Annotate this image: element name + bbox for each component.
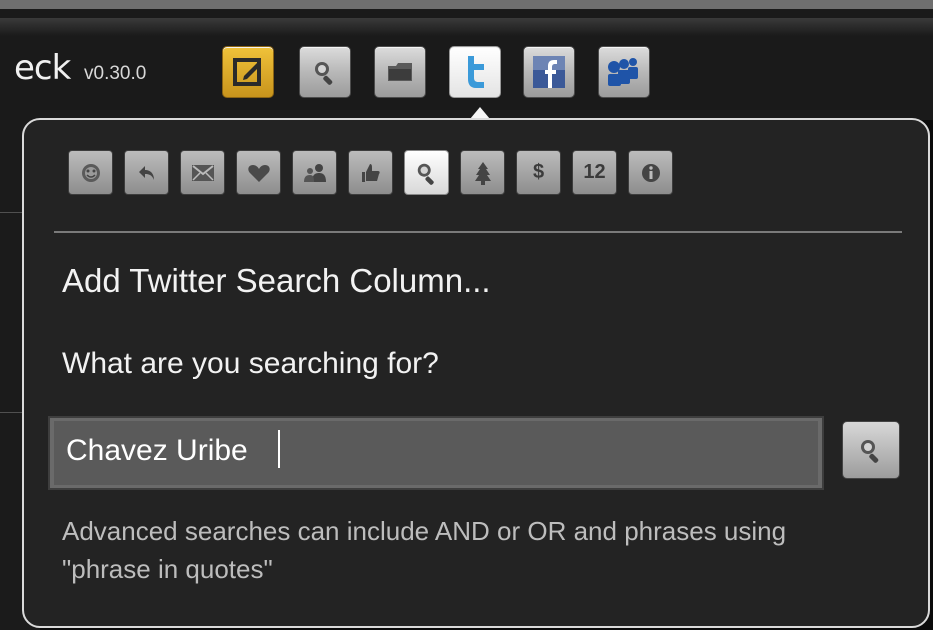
folder-button[interactable] [374,46,426,98]
popover-title: Add Twitter Search Column... [62,262,491,299]
smiley-icon [80,162,102,184]
column-type-dollar-button[interactable]: $ [516,150,561,195]
search-icon [312,59,338,85]
column-type-recommended-button[interactable] [348,150,393,195]
reply-icon [137,163,157,183]
text-cursor [278,430,280,468]
popover-divider [54,231,902,233]
myspace-button[interactable] [598,46,650,98]
header-top-bevel [0,18,933,36]
column-type-favorites-button[interactable] [236,150,281,195]
twitter-button[interactable] [449,46,501,98]
column-type-toolbar: $ 12 [68,150,673,195]
app-version: v0.30.0 [84,63,147,84]
twelve-badge-icon: 12 [583,161,606,183]
dollar-icon: $ [532,161,545,183]
column-type-twelve-button[interactable]: 12 [572,150,617,195]
column-type-direct-messages-button[interactable] [180,150,225,195]
search-input-value: Chavez Uribe [66,434,248,467]
app-title: eck [14,48,71,88]
compose-button[interactable] [222,46,274,98]
mail-icon [191,164,215,182]
search-field-label: What are you searching for? [62,347,439,380]
favorite-heart-icon [247,162,271,184]
facebook-icon [532,55,566,89]
search-icon [415,161,439,185]
compose-icon [232,56,264,88]
column-type-search-button[interactable] [404,150,449,195]
search-button[interactable] [299,46,351,98]
myspace-icon [607,57,641,87]
search-icon [858,437,884,463]
column-type-replies-button[interactable] [124,150,169,195]
twitter-icon [460,54,490,90]
tree-icon [473,161,493,185]
column-type-smiley-button[interactable] [68,150,113,195]
search-hint-text: Advanced searches can include AND or OR … [62,516,787,584]
column-type-info-button[interactable] [628,150,673,195]
info-icon [640,162,662,184]
search-submit-button[interactable] [842,421,900,479]
facebook-button[interactable] [523,46,575,98]
group-icon [302,162,328,184]
thumbs-up-icon [360,162,382,184]
column-type-groups-button[interactable] [292,150,337,195]
folder-icon [386,60,414,84]
column-type-trends-button[interactable] [460,150,505,195]
